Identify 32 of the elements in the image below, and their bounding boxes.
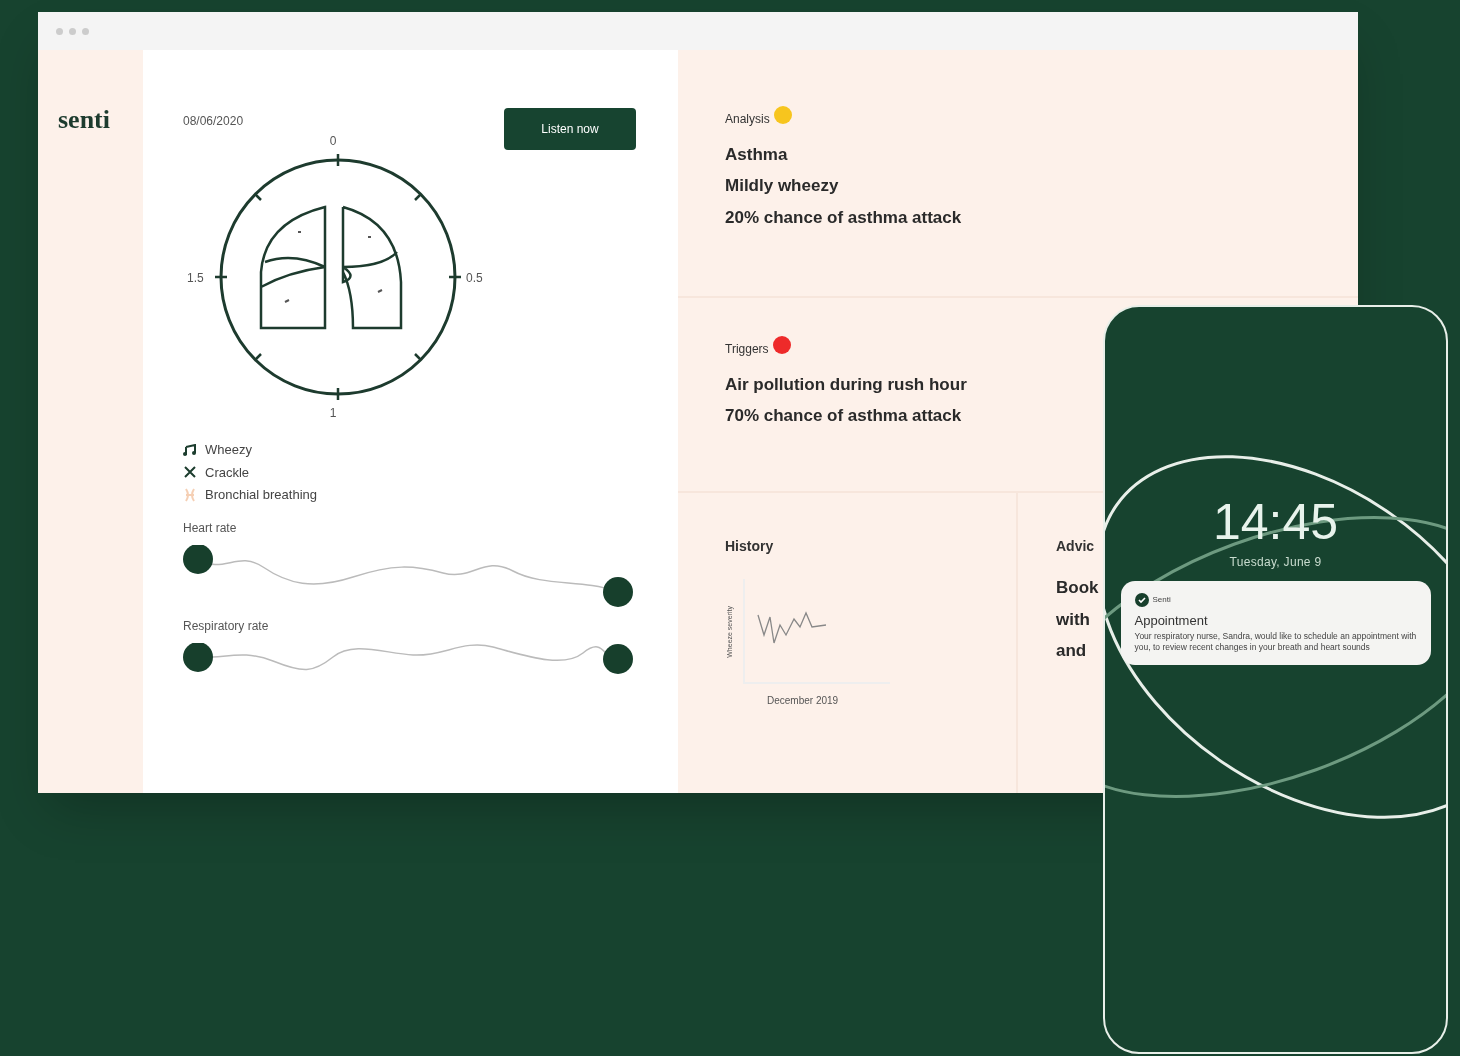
finding-text: 70% chance of asthma attack: [725, 405, 963, 427]
vital-label: Heart rate: [183, 519, 238, 537]
notification-app: Senti: [1152, 594, 1171, 606]
advice-text: and: [1056, 640, 1087, 662]
advice-text: with: [1056, 608, 1090, 631]
listen-button[interactable]: Listen now: [504, 108, 636, 150]
logo: senti: [58, 105, 110, 134]
legend-label: Crackle: [205, 463, 250, 482]
tick-label: 1.5: [187, 270, 204, 287]
lock-date: Tuesday, June 9: [1229, 554, 1322, 571]
check-icon: [1134, 593, 1149, 607]
tick-label: 0.5: [466, 270, 483, 287]
lock-time: 14:45: [1212, 497, 1339, 547]
section-title: Advic: [1056, 537, 1096, 556]
notification-title: Appointment: [1134, 612, 1209, 630]
finding-text: Asthma: [725, 144, 789, 166]
finding-text: Air pollution during rush hour: [725, 374, 968, 396]
tick-label: 1: [329, 405, 337, 422]
notification-body: Your respiratory nurse, Sandra, would like to schedule an appointment with you, to review recent changes in your breath and heart sounds: [1134, 630, 1417, 654]
legend-label: Wheezy: [205, 441, 252, 459]
scan-date: 08/06/2020: [183, 113, 244, 130]
finding-text: Mildly wheezy: [725, 175, 840, 197]
legend-label: Bronchial breathing: [205, 486, 318, 504]
section-title: Triggers: [725, 341, 769, 358]
advice-text: Book: [1056, 577, 1099, 599]
finding-text: 20% chance of asthma attack: [725, 206, 963, 228]
tick-label: 0: [329, 133, 337, 150]
notification-card[interactable]: Senti Appointment Your respiratory nurse, Sandra, would like to schedule an appointment with you, to review recent changes in your breath and heart sounds: [1120, 581, 1431, 666]
vital-label: Respiratory rate: [183, 617, 270, 635]
axis-label: December 2019: [767, 694, 840, 708]
section-title: Analysis: [725, 111, 770, 128]
section-title: History: [725, 537, 775, 556]
